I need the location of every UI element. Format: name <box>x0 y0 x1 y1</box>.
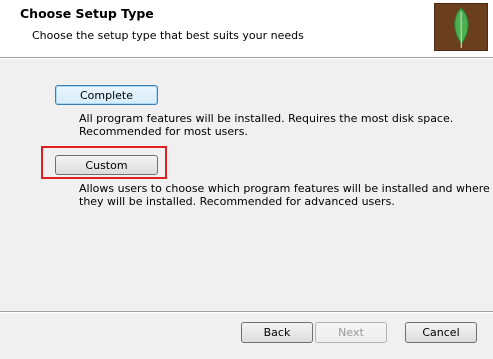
custom-description-line2: they will be installed. Recommended for … <box>79 195 395 208</box>
footer-divider <box>0 311 493 313</box>
complete-description: All program features will be installed. … <box>79 112 453 138</box>
custom-description: Allows users to choose which program fea… <box>79 182 490 208</box>
back-button[interactable]: Back <box>241 322 313 343</box>
next-button[interactable]: Next <box>315 322 387 343</box>
header-divider <box>0 57 493 59</box>
page-subtitle: Choose the setup type that best suits yo… <box>32 29 304 42</box>
page-title: Choose Setup Type <box>20 6 154 21</box>
complete-description-line1: All program features will be installed. … <box>79 112 454 125</box>
custom-button[interactable]: Custom <box>55 155 158 175</box>
custom-description-line1: Allows users to choose which program fea… <box>79 182 490 195</box>
header-banner: Choose Setup Type Choose the setup type … <box>0 0 493 57</box>
cancel-button[interactable]: Cancel <box>405 322 477 343</box>
complete-description-line2: Recommended for most users. <box>79 125 248 138</box>
complete-button[interactable]: Complete <box>55 85 158 105</box>
mongodb-leaf-icon <box>434 3 488 51</box>
